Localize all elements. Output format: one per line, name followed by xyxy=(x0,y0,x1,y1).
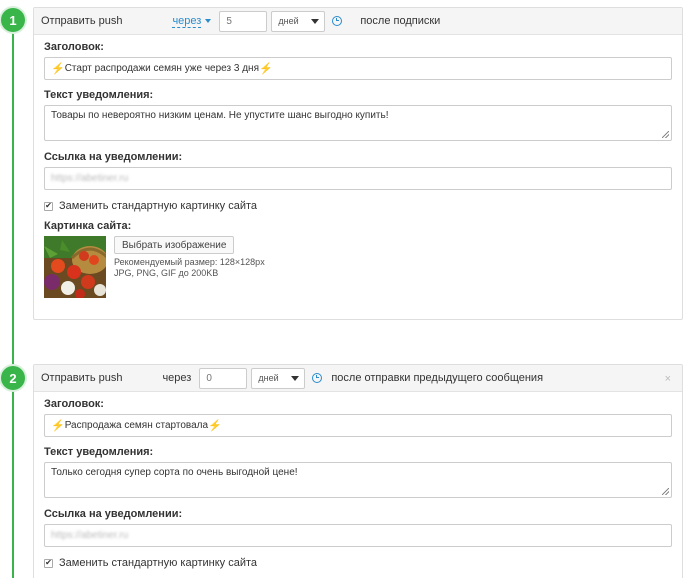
close-icon[interactable]: × xyxy=(665,373,671,385)
notification-text-value: Товары по невероятно низким ценам. Не уп… xyxy=(51,110,389,121)
delay-unit-select[interactable]: дней xyxy=(271,10,326,32)
step-header: Отправить push через дней после отправки… xyxy=(34,365,682,392)
link-field-label: Ссылка на уведомлении: xyxy=(44,151,183,163)
after-previous-label: после отправки предыдущего сообщения xyxy=(331,372,544,384)
lightning-icon: ⚡ xyxy=(51,63,65,75)
link-input[interactable]: https://abetiner.ru xyxy=(44,524,672,547)
link-input-value: https://abetiner.ru xyxy=(51,173,129,184)
resize-grip-icon[interactable] xyxy=(662,131,669,138)
replace-image-checkbox-row[interactable]: ✔ Заменить стандартную картинку сайта xyxy=(44,557,672,569)
step-header: Отправить push через дней после подписки xyxy=(34,8,682,35)
delay-unit-value: дней xyxy=(258,373,279,383)
notification-text-area[interactable]: Только сегодня супер сорта по очень выго… xyxy=(44,462,672,498)
step-number-badge: 2 xyxy=(1,366,25,390)
replace-image-label: Заменить стандартную картинку сайта xyxy=(59,557,258,569)
delay-value-input[interactable] xyxy=(199,367,248,389)
delay-unit-value: дней xyxy=(278,16,299,26)
replace-image-checkbox[interactable]: ✔ xyxy=(44,558,53,568)
title-input-value: Старт распродажи семян уже через 3 дня xyxy=(64,63,259,74)
push-step-card: Отправить push через дней после отправки… xyxy=(33,364,683,578)
replace-image-checkbox[interactable]: ✔ xyxy=(44,201,53,211)
delay-mode-dropdown[interactable]: через xyxy=(172,15,212,28)
notification-text-area[interactable]: Товары по невероятно низким ценам. Не уп… xyxy=(44,105,672,141)
title-field-label: Заголовок: xyxy=(44,398,104,410)
title-input[interactable]: ⚡ Распродажа семян стартовала ⚡ xyxy=(44,414,672,437)
delay-mode-label[interactable]: через xyxy=(172,15,202,28)
vegetables-image xyxy=(44,236,106,298)
lightning-icon: ⚡ xyxy=(51,420,65,432)
notification-text-value: Только сегодня супер сорта по очень выго… xyxy=(51,467,298,478)
delay-mode-label: через xyxy=(162,372,192,384)
formats-hint: JPG, PNG, GIF до 200KB xyxy=(114,268,219,278)
chevron-down-icon xyxy=(205,19,212,24)
replace-image-label: Заменить стандартную картинку сайта xyxy=(59,200,258,212)
resize-grip-icon[interactable] xyxy=(662,488,669,495)
lightning-icon: ⚡ xyxy=(208,420,222,432)
choose-image-button[interactable]: Выбрать изображение xyxy=(114,236,235,254)
send-push-label: Отправить push xyxy=(41,372,123,384)
link-input[interactable]: https://abetiner.ru xyxy=(44,167,672,190)
push-step-card: Отправить push через дней после подписки… xyxy=(33,7,683,320)
timeline-line xyxy=(12,20,14,365)
step-number-badge: 1 xyxy=(1,8,25,32)
title-input[interactable]: ⚡ Старт распродажи семян уже через 3 дня… xyxy=(44,57,672,80)
send-push-label: Отправить push xyxy=(41,15,123,27)
title-field-label: Заголовок: xyxy=(44,41,104,53)
site-image-label: Картинка сайта: xyxy=(44,220,132,232)
clock-icon[interactable] xyxy=(312,373,323,383)
link-input-value: https://abetiner.ru xyxy=(51,530,129,541)
recommended-size-hint: Рекомендуемый размер: 128×128px xyxy=(114,257,265,267)
text-field-label: Текст уведомления: xyxy=(44,446,154,458)
select-caret-icon xyxy=(311,18,320,24)
delay-value-input[interactable] xyxy=(219,10,268,32)
select-caret-icon xyxy=(291,375,300,381)
after-subscription-label: после подписки xyxy=(360,15,441,27)
title-input-value: Распродажа семян стартовала xyxy=(64,420,209,431)
text-field-label: Текст уведомления: xyxy=(44,89,154,101)
clock-icon[interactable] xyxy=(332,16,343,26)
timeline-line xyxy=(12,388,14,578)
delay-unit-select[interactable]: дней xyxy=(251,367,306,389)
lightning-icon: ⚡ xyxy=(259,63,273,75)
replace-image-checkbox-row[interactable]: ✔ Заменить стандартную картинку сайта xyxy=(44,200,672,212)
link-field-label: Ссылка на уведомлении: xyxy=(44,508,183,520)
